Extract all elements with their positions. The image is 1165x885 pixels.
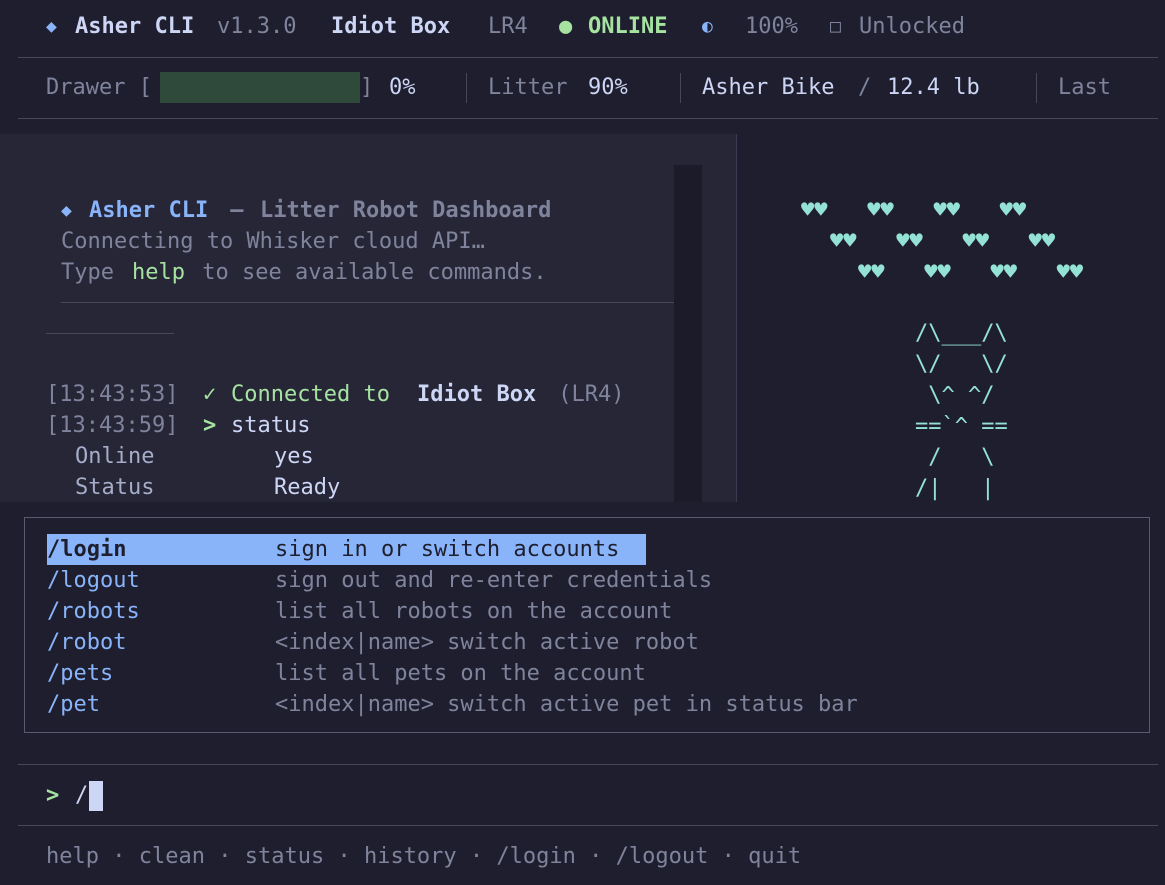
footer-help[interactable]: help: [46, 844, 99, 869]
diamond-icon: ◆: [46, 16, 57, 37]
kv-key: Status: [75, 475, 155, 500]
robot-model: LR4: [488, 14, 528, 39]
divider: [18, 57, 1158, 58]
log-message: Connected to: [231, 382, 404, 407]
footer-history[interactable]: history: [364, 844, 457, 869]
menu-command: /logout: [47, 568, 140, 593]
menu-command: /robots: [47, 599, 140, 624]
hearts-row: ♥♥ ♥♥ ♥♥ ♥♥: [858, 260, 1084, 285]
menu-description: sign in or switch accounts: [275, 537, 620, 562]
menu-item-robot[interactable]: /robot <index|name> switch active robot: [47, 627, 1127, 658]
cat-art-line: / \: [915, 445, 995, 470]
log-scrollbar[interactable]: [674, 165, 702, 502]
section-divider: [46, 333, 174, 334]
cat-art-line: ==`^ ==: [915, 414, 1008, 439]
lock-status: Unlocked: [859, 14, 965, 39]
divider: [18, 825, 1158, 826]
menu-description: list all robots on the account: [275, 599, 673, 624]
footer-status[interactable]: status: [245, 844, 324, 869]
footer-login[interactable]: /login: [496, 844, 575, 869]
command-input[interactable]: /: [75, 780, 88, 811]
connecting-text: Connecting to Whisker cloud API…: [61, 229, 485, 254]
footer-clean[interactable]: clean: [139, 844, 205, 869]
command-autocomplete-menu: /login sign in or switch accounts /logou…: [24, 517, 1150, 733]
footer-sep: ·: [337, 844, 351, 869]
robot-name: Idiot Box: [331, 14, 451, 39]
pet-separator: /: [858, 75, 872, 100]
litter-label: Litter: [488, 75, 568, 100]
menu-description: list all pets on the account: [275, 661, 646, 686]
menu-command: /pets: [47, 661, 114, 686]
banner-dash: —: [217, 198, 257, 223]
kv-value: yes: [274, 444, 314, 469]
diamond-icon: ◆: [61, 200, 72, 221]
power-value: 100%: [745, 14, 798, 39]
menu-description: sign out and re-enter credentials: [275, 568, 713, 593]
help-hint-suffix: to see available commands.: [189, 260, 547, 285]
menu-item-logout[interactable]: /logout sign out and re-enter credential…: [47, 565, 1127, 596]
log-robot-model: (LR4): [545, 382, 625, 407]
online-status: ONLINE: [588, 14, 668, 39]
pet-weight: 12.4 lb: [887, 75, 980, 100]
log-panel[interactable]: ◆ Asher CLI — Litter Robot Dashboard Con…: [0, 134, 736, 502]
menu-command: /robot: [47, 630, 127, 655]
kv-value: Ready: [274, 475, 341, 500]
banner-title: Asher CLI: [89, 198, 209, 223]
footer-sep: ·: [589, 844, 603, 869]
prompt-icon: >: [46, 783, 60, 808]
drawer-value: 0%: [389, 75, 416, 100]
separator: [680, 73, 681, 103]
footer-sep: ·: [218, 844, 232, 869]
footer-shortcuts: help · clean · status · history · /login…: [46, 841, 801, 872]
kv-key: Online: [75, 444, 155, 469]
drawer-label: Drawer [: [46, 75, 152, 100]
app-name: Asher CLI: [75, 14, 195, 39]
footer-logout[interactable]: /logout: [616, 844, 709, 869]
drawer-bracket: ]: [360, 75, 374, 100]
cat-art-line: /| |: [915, 476, 995, 501]
ascii-art-panel: ♥♥ ♥♥ ♥♥ ♥♥ ♥♥ ♥♥ ♥♥ ♥♥ ♥♥ ♥♥ ♥♥ ♥♥ /\__…: [737, 134, 1165, 502]
divider: [18, 764, 1158, 765]
log-command: status: [231, 413, 311, 438]
litter-value: 90%: [588, 75, 628, 100]
footer-sep: ·: [721, 844, 735, 869]
help-hint-prefix: Type: [61, 260, 128, 285]
separator: [1036, 73, 1037, 103]
menu-item-login[interactable]: /login sign in or switch accounts: [47, 534, 646, 565]
text-cursor: [89, 781, 103, 811]
separator: [466, 73, 467, 103]
divider: [18, 118, 1158, 119]
hearts-row: ♥♥ ♥♥ ♥♥ ♥♥: [801, 198, 1027, 223]
menu-item-pet[interactable]: /pet <index|name> switch active pet in s…: [47, 689, 1127, 720]
banner-underline: [61, 302, 674, 303]
prompt-icon: >: [203, 413, 217, 438]
menu-item-pets[interactable]: /pets list all pets on the account: [47, 658, 1127, 689]
log-timestamp: [13:43:53]: [46, 382, 179, 407]
pet-name: Asher Bike: [702, 75, 835, 100]
last-label: Last: [1058, 75, 1111, 100]
menu-item-robots[interactable]: /robots list all robots on the account: [47, 596, 1127, 627]
cat-art-line: \^ ^/: [915, 383, 995, 408]
cat-art-line: /\___/\: [915, 321, 1008, 346]
check-icon: ✓: [203, 382, 217, 407]
menu-command: /login: [47, 537, 127, 562]
lock-icon: □: [830, 16, 841, 37]
footer-sep: ·: [469, 844, 484, 869]
cat-art-line: \/ \/: [915, 352, 1008, 377]
online-dot-icon: ●: [559, 14, 573, 39]
footer-quit[interactable]: quit: [748, 844, 801, 869]
menu-description: <index|name> switch active pet in status…: [275, 692, 858, 717]
menu-description: <index|name> switch active robot: [275, 630, 699, 655]
banner-subtitle: Litter Robot Dashboard: [260, 198, 552, 223]
log-robot-name: Idiot Box: [417, 382, 537, 407]
drawer-level-bar: [160, 72, 360, 103]
power-icon: ◐: [702, 16, 713, 37]
app-version: v1.3.0: [217, 14, 297, 39]
footer-sep: ·: [112, 844, 126, 869]
hearts-row: ♥♥ ♥♥ ♥♥ ♥♥: [830, 229, 1056, 254]
log-timestamp: [13:43:59]: [46, 413, 179, 438]
help-hint-command: help: [132, 260, 185, 285]
menu-command: /pet: [47, 692, 100, 717]
